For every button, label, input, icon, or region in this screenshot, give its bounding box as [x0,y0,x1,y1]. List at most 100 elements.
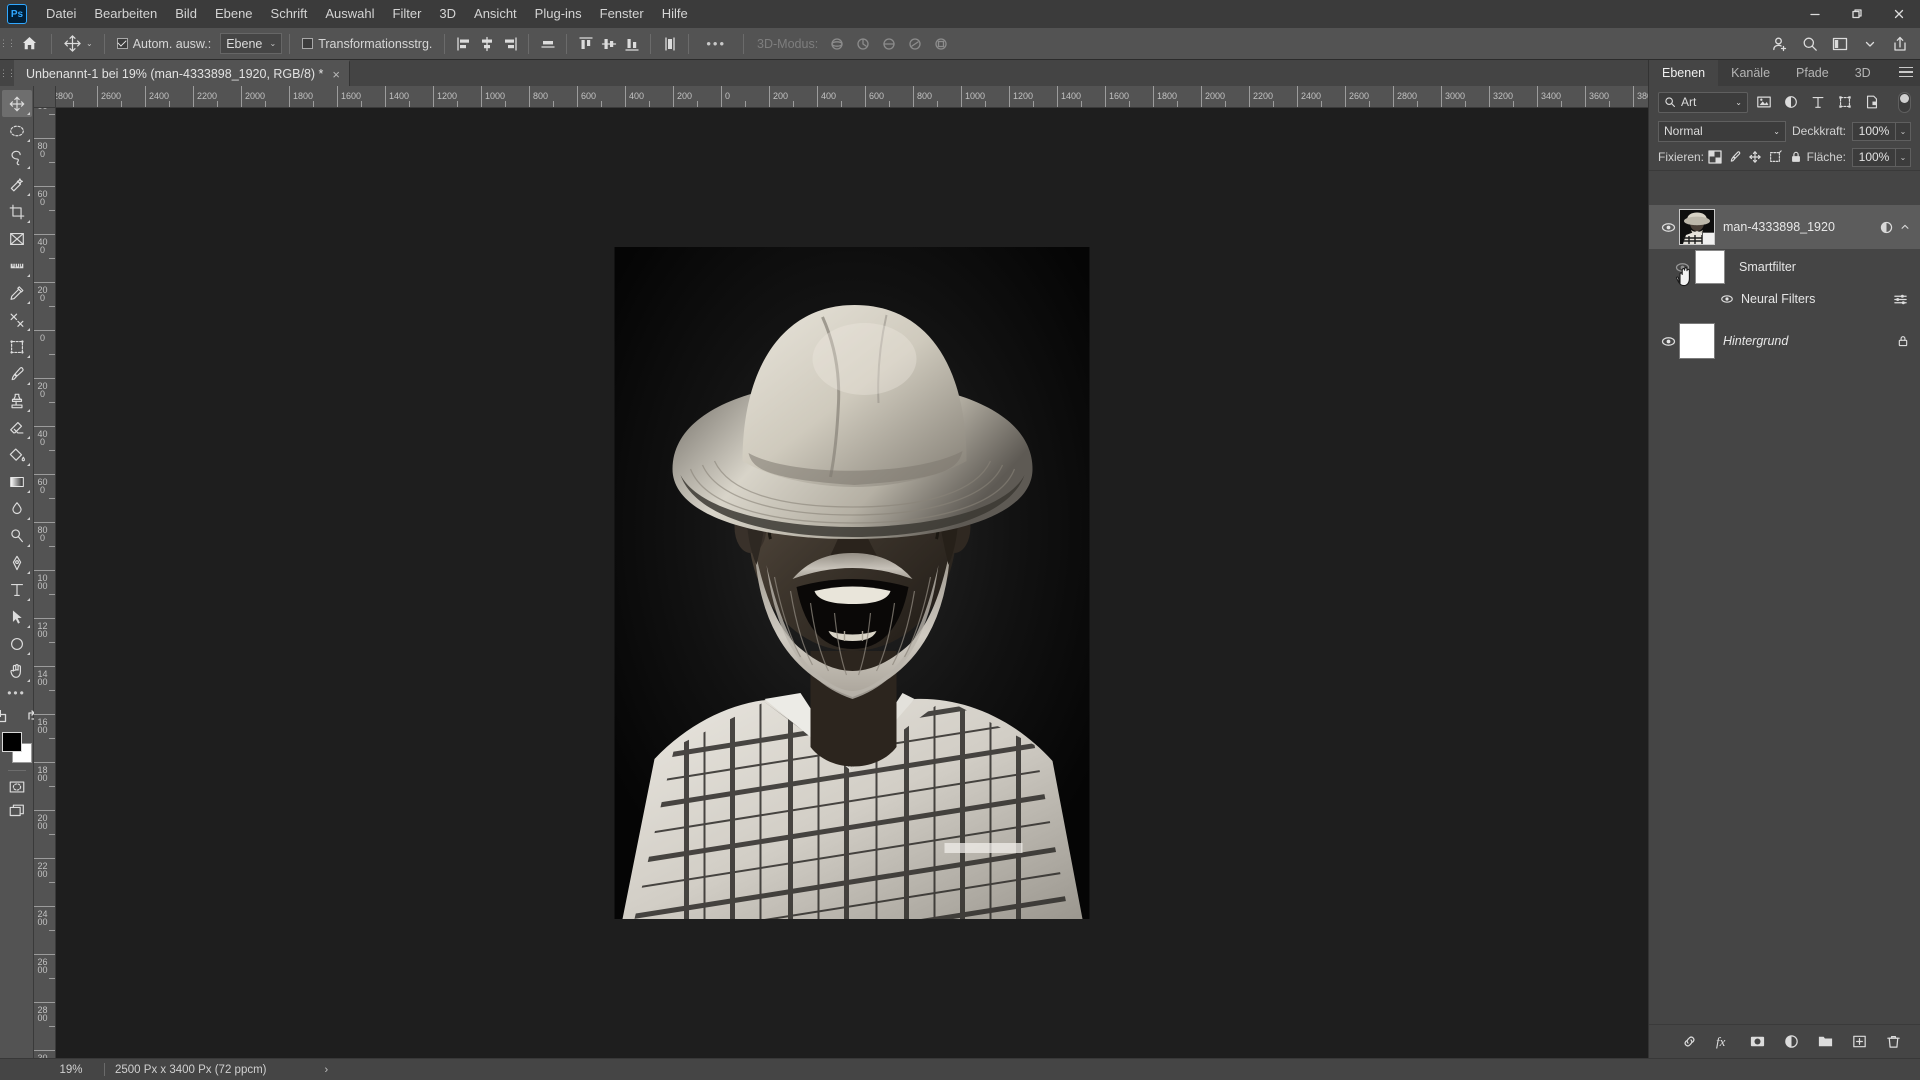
auto-select-checkbox[interactable]: Autom. ausw.: [112,37,217,51]
transform-controls-check-box[interactable] [302,38,314,49]
measure-tool[interactable] [2,252,32,279]
opacity-value[interactable]: 100% [1852,121,1896,141]
tab-bar-grip[interactable]: ⋮⋮ [0,60,16,86]
screen-mode-icon[interactable] [2,799,32,823]
gradient-tool[interactable] [2,468,32,495]
filter-shape-icon[interactable] [1833,91,1856,114]
align-left-edges-icon[interactable] [452,33,475,55]
new-layer-icon[interactable] [1848,1031,1870,1053]
filter-type-icon[interactable] [1806,91,1829,114]
workspace-icon[interactable] [1826,30,1854,58]
panel-menu-icon[interactable] [1899,67,1913,80]
foreground-color-swatch[interactable] [1,732,22,752]
smart-filter-badge-icon[interactable] [1879,220,1894,235]
smart-filter-mask-thumbnail[interactable] [1695,250,1725,284]
neural-filter-visibility-toggle[interactable] [1717,292,1737,306]
filter-smartobject-icon[interactable] [1860,91,1883,114]
lock-image-pixels-icon[interactable] [1726,146,1744,168]
new-adjustment-layer-icon[interactable] [1780,1031,1802,1053]
search-icon[interactable] [1796,30,1824,58]
horizontal-ruler[interactable]: 2800260024002200200018001600140012001000… [56,86,1648,108]
lock-all-icon[interactable] [1787,146,1805,168]
tab-kan-le[interactable]: Kanäle [1718,60,1783,86]
menu-item-bearbeiten[interactable]: Bearbeiten [85,0,166,28]
blend-mode-select[interactable]: Normal ⌄ [1658,120,1786,142]
menu-item-fenster[interactable]: Fenster [591,0,653,28]
ruler-corner[interactable] [34,86,56,108]
fill-chevron-icon[interactable]: ⌄ [1896,147,1911,167]
move-tool[interactable] [1,90,32,117]
close-icon[interactable]: × [332,68,340,81]
new-group-icon[interactable] [1814,1031,1836,1053]
dodge-tool[interactable] [2,522,32,549]
blur-tool[interactable] [2,495,32,522]
layer-style-fx-icon[interactable]: fx [1712,1031,1734,1053]
canvas-area[interactable] [56,108,1648,1058]
quick-selection-tool[interactable] [2,171,32,198]
status-expand-icon[interactable]: › [325,1064,329,1076]
opacity-chevron-icon[interactable]: ⌄ [1896,121,1911,141]
hand-tool[interactable] [2,657,32,684]
patch-tool[interactable] [2,333,32,360]
tab-pfade[interactable]: Pfade [1783,60,1842,86]
lock-icon[interactable] [1896,334,1910,348]
fill-value[interactable]: 100% [1852,147,1896,167]
align-bottom-edges-icon[interactable] [620,33,643,55]
table-row[interactable]: man-4333898_1920 [1649,205,1920,249]
filter-pixel-icon[interactable] [1752,91,1775,114]
menu-item-auswahl[interactable]: Auswahl [316,0,383,28]
document-image[interactable] [614,247,1090,919]
smart-filter-name[interactable]: Smartfilter [1739,260,1796,274]
options-bar-grip[interactable]: ⋮⋮ [0,28,16,60]
layer-name[interactable]: man-4333898_1920 [1723,220,1879,234]
filter-kind-select[interactable]: Art ⌄ [1658,91,1748,113]
auto-select-target-select[interactable]: Ebene ⌄ [220,33,283,54]
menu-item-hilfe[interactable]: Hilfe [653,0,697,28]
menu-item-3d[interactable]: 3D [430,0,465,28]
smartfilter-visibility-toggle[interactable] [1671,260,1693,275]
filter-adjustment-icon[interactable] [1779,91,1802,114]
default-colors-icon[interactable] [0,704,16,728]
align-horizontal-centers-icon[interactable] [475,33,498,55]
rectangular-marquee-tool[interactable] [2,117,32,144]
align-top-edges-icon[interactable] [574,33,597,55]
menu-item-plug-ins[interactable]: Plug-ins [526,0,591,28]
tab-ebenen[interactable]: Ebenen [1649,60,1719,86]
path-selection-tool[interactable] [2,603,32,630]
align-right-edges-icon[interactable] [498,33,521,55]
layer-thumbnail[interactable] [1679,209,1715,245]
paint-bucket-tool[interactable] [2,441,32,468]
color-swatches[interactable] [1,732,33,766]
quick-mask-icon[interactable] [2,775,32,799]
filter-settings-icon[interactable] [1893,292,1920,307]
active-tool-move[interactable]: ⌄ [59,34,97,53]
transform-controls-checkbox[interactable]: Transformationsstrg. [297,37,437,51]
collapse-chevron-icon[interactable] [1900,222,1910,232]
distribute-vertical-icon[interactable] [658,33,681,55]
lock-position-icon[interactable] [1746,146,1764,168]
spot-healing-brush-tool[interactable] [2,306,32,333]
home-icon[interactable] [14,35,44,52]
menu-item-schrift[interactable]: Schrift [262,0,317,28]
add-layer-mask-icon[interactable] [1746,1031,1768,1053]
restore-button[interactable] [1836,0,1878,28]
eraser-tool[interactable] [2,414,32,441]
distribute-horizontal-icon[interactable] [536,33,559,55]
tab-3d[interactable]: 3D [1842,60,1884,86]
background-thumbnail[interactable] [1679,323,1715,359]
clone-stamp-tool[interactable] [2,387,32,414]
brush-tool[interactable] [2,360,32,387]
eyedropper-tool[interactable] [2,279,32,306]
menu-item-filter[interactable]: Filter [384,0,431,28]
vertical-ruler[interactable]: 1000800600400200020040060080010001200140… [34,108,56,1058]
lock-artboard-nesting-icon[interactable] [1766,146,1784,168]
menu-item-ansicht[interactable]: Ansicht [465,0,526,28]
close-button[interactable] [1878,0,1920,28]
filter-enable-toggle[interactable] [1898,91,1911,113]
align-vertical-centers-icon[interactable] [597,33,620,55]
pen-tool[interactable] [2,549,32,576]
layer-visibility-toggle[interactable] [1657,220,1679,235]
table-row[interactable]: Hintergrund [1649,319,1920,363]
menu-item-datei[interactable]: Datei [37,0,85,28]
type-tool[interactable] [2,576,32,603]
